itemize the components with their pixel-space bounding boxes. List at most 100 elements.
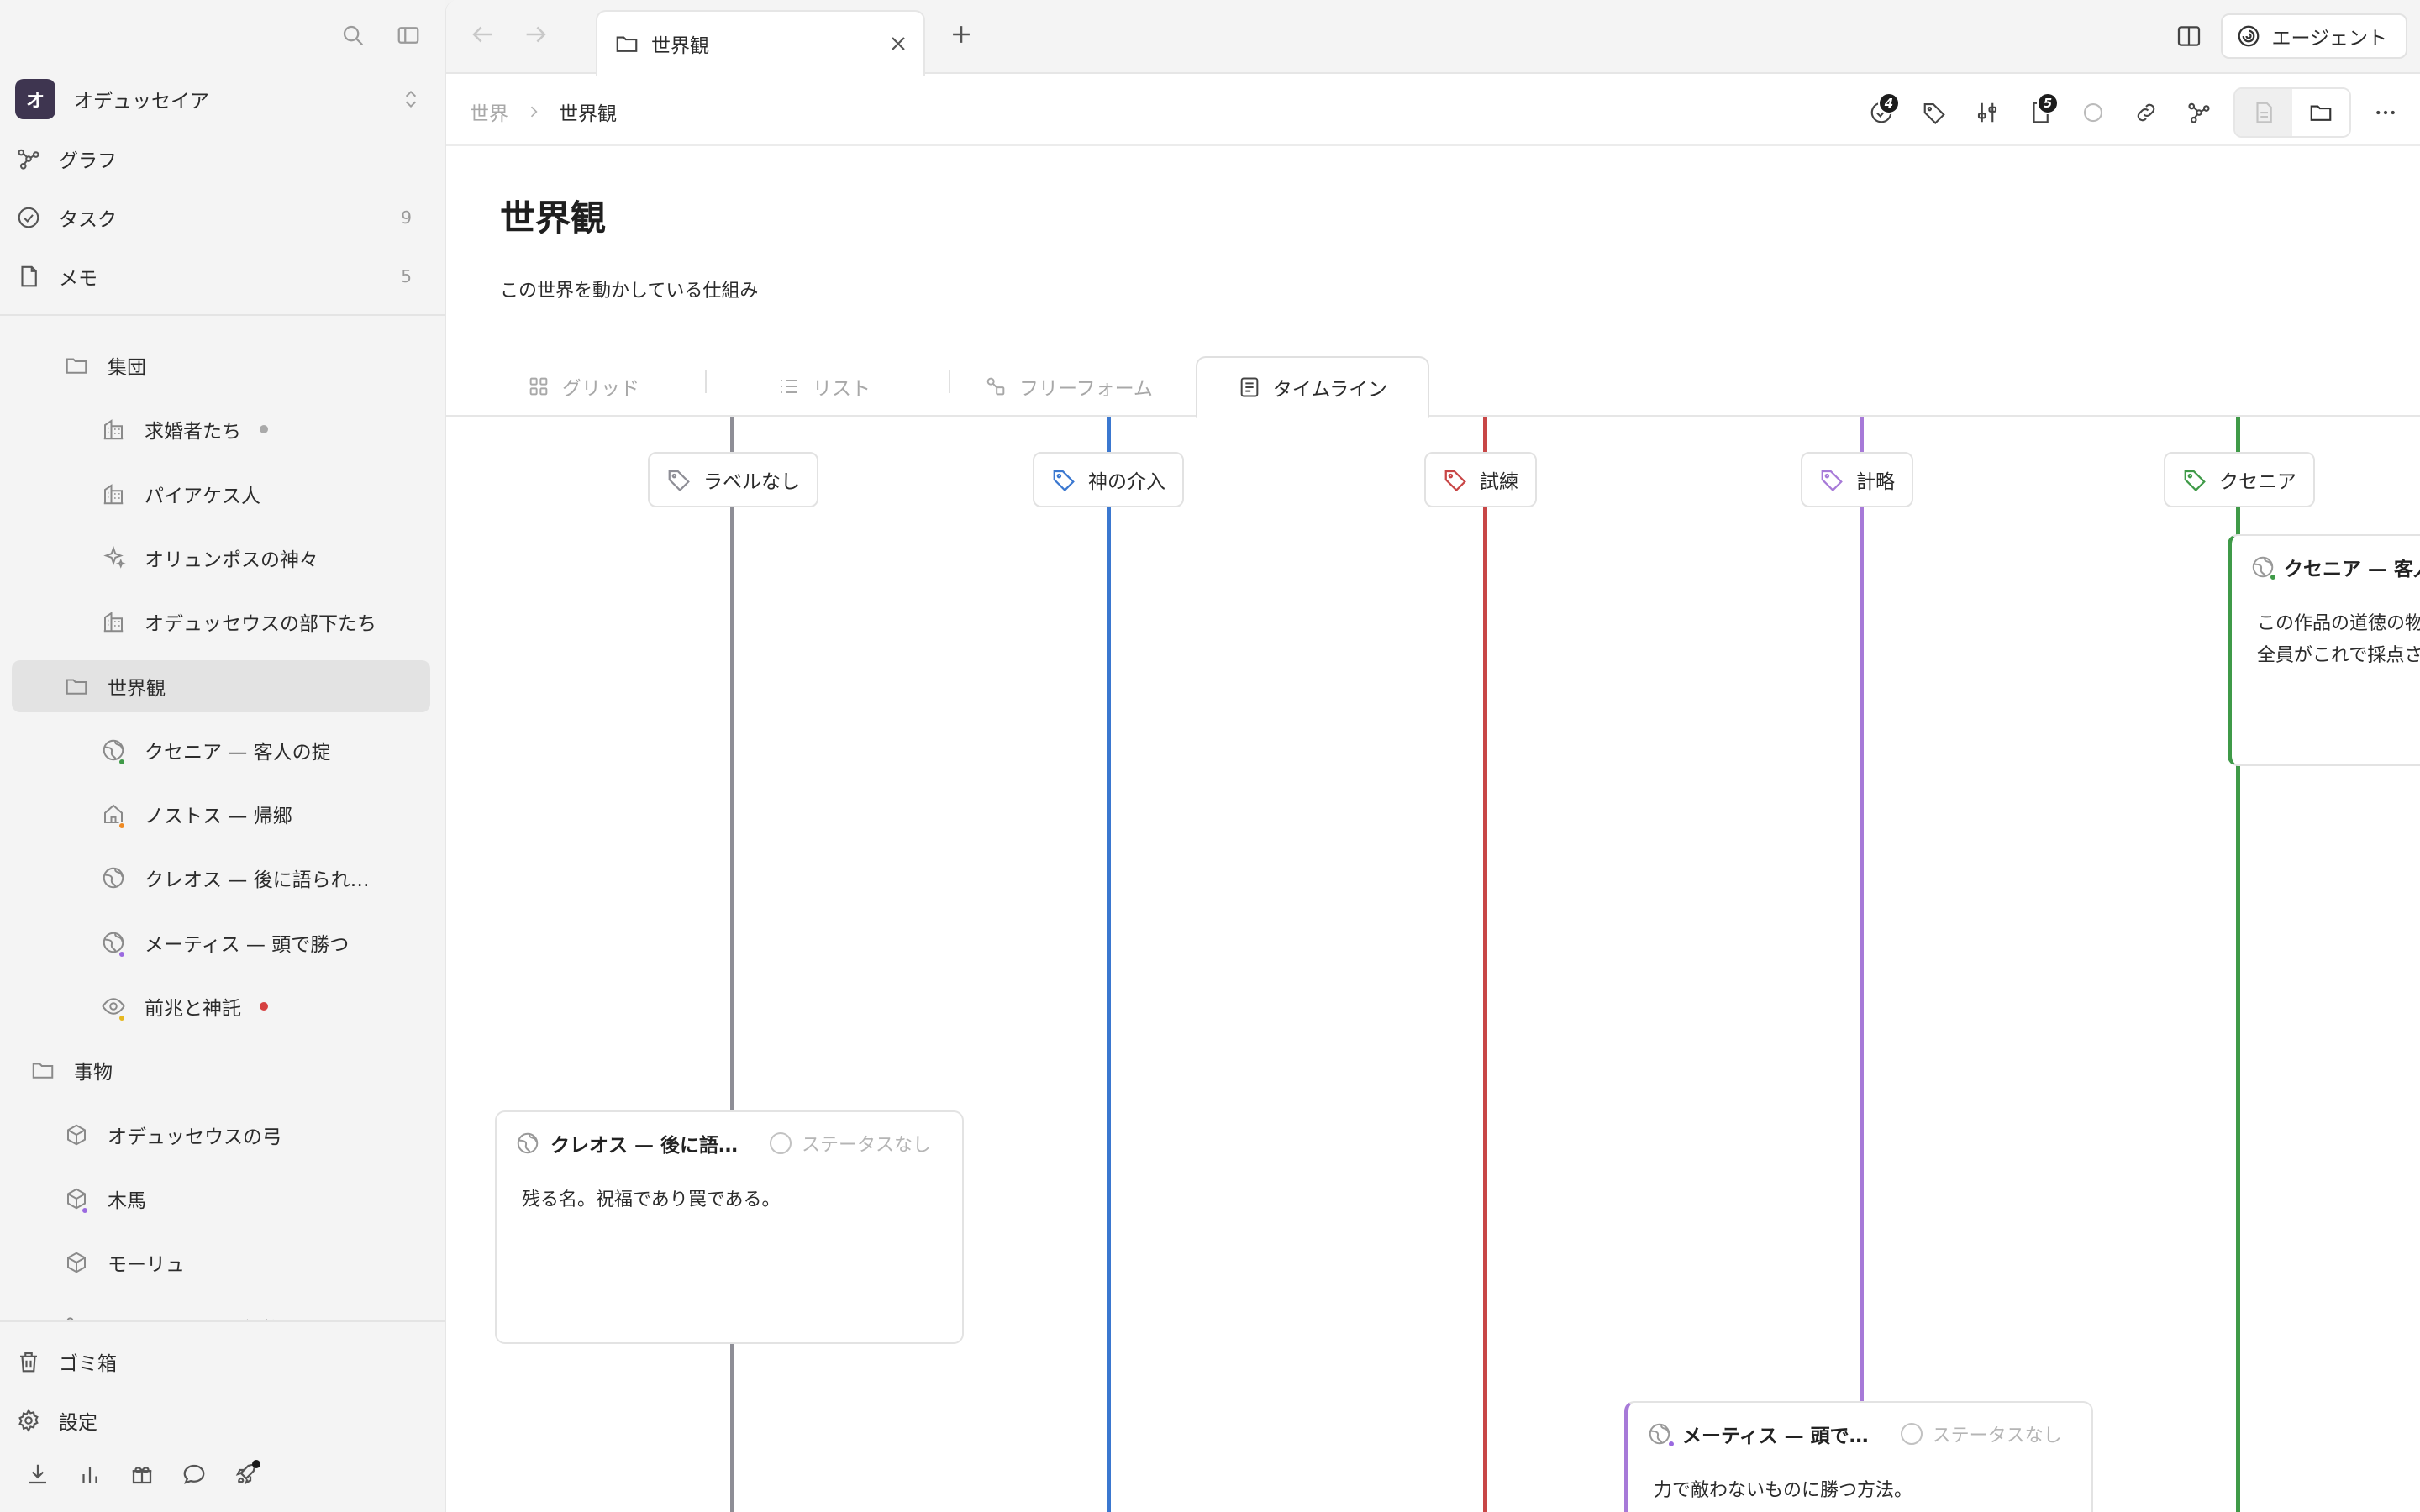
more-icon[interactable] <box>2367 89 2404 136</box>
tree-item-label: 求婚者たち <box>145 421 241 443</box>
timeline-lane-line <box>730 417 734 1512</box>
sparkle-icon <box>97 545 129 570</box>
tree-item[interactable]: メーティス — 頭で勝つ <box>97 916 349 969</box>
status-circle-icon <box>770 1132 792 1154</box>
page-description[interactable]: この世界を動かしている仕組み <box>500 276 758 302</box>
tree-item[interactable]: 事物 <box>27 1044 113 1096</box>
split-view-icon[interactable] <box>2175 23 2202 50</box>
tree-item[interactable]: オデュッセウスの弓 <box>60 1109 281 1161</box>
tree-item[interactable]: ペネロペイアの経帷子 <box>60 1301 301 1320</box>
graph-icon[interactable] <box>2181 89 2217 136</box>
grid-icon <box>527 375 550 398</box>
tree-item[interactable]: モーリュ <box>60 1236 185 1289</box>
forward-arrow-icon[interactable] <box>522 20 550 49</box>
timeline-card[interactable]: メーティス — 頭で… ステータスなし 力で敵わないものに勝つ方法。 <box>1624 1401 2093 1512</box>
tree-item[interactable]: パイアケス人 <box>97 468 260 520</box>
chat-bubble-icon[interactable] <box>178 1458 210 1490</box>
tab-label: 世界観 <box>651 35 709 57</box>
card-body: 残る名。祝福であり罠である。 <box>522 1184 781 1216</box>
gear-icon <box>12 1408 45 1433</box>
page-icon[interactable]: 5 <box>2022 89 2059 136</box>
graph-icon <box>12 146 45 171</box>
nav-notes[interactable]: メモ 5 <box>12 252 430 301</box>
tree-item[interactable]: ノストス — 帰郷 <box>97 788 292 840</box>
agent-spiral-icon <box>2236 24 2261 49</box>
tree-item[interactable]: クレオス — 後に語られ… <box>97 852 370 904</box>
bar-chart-icon[interactable] <box>74 1458 106 1490</box>
tag-icon[interactable] <box>1916 89 1953 136</box>
tree-item[interactable]: オリュンポスの神々 <box>97 532 318 584</box>
timeline-lane-label[interactable]: ラベルなし <box>648 452 818 507</box>
timeline-lane-label[interactable]: 計略 <box>1801 452 1913 507</box>
tab-grid-label: グリッド <box>562 378 639 400</box>
tree-item[interactable]: クセニア — 客人の掟 <box>97 724 331 776</box>
document-icon[interactable] <box>2235 89 2292 136</box>
tree-item[interactable]: 求婚者たち <box>97 403 268 455</box>
rocket-icon[interactable] <box>230 1458 262 1490</box>
download-icon[interactable] <box>22 1458 54 1490</box>
status-circle-icon[interactable] <box>2075 89 2112 136</box>
sidebar-toggle-icon[interactable] <box>392 18 425 52</box>
nav-trash[interactable]: ゴミ箱 <box>12 1337 430 1386</box>
card-status[interactable]: ステータスなし <box>770 1130 931 1157</box>
nav-graph[interactable]: グラフ <box>12 134 430 183</box>
agent-button[interactable]: エージェント <box>2221 13 2407 59</box>
tag-icon <box>666 467 692 492</box>
tree-item[interactable]: 世界観 <box>12 660 430 712</box>
tree-item-label: クレオス — 後に語られ… <box>145 869 370 891</box>
timeline-board: ラベルなし 神の介入 試練 計略 クセニアクセニア — 客人の掟ステータスなしこの作品の… <box>446 417 2420 1512</box>
tree-item-label: オデュッセウスの弓 <box>108 1126 281 1148</box>
nav-tasks[interactable]: タスク 9 <box>12 193 430 242</box>
card-body: この作品の道徳の物差し。全員がこれで採点される。 <box>2257 608 2420 672</box>
breadcrumb-parent[interactable]: 世界 <box>470 97 508 126</box>
timeline-lane-line <box>1483 417 1487 1512</box>
card-status-label: ステータスなし <box>802 1135 932 1156</box>
plus-icon[interactable] <box>947 20 976 49</box>
timeline-lane-label[interactable]: 神の介入 <box>1033 452 1184 507</box>
status-dot <box>1667 1440 1676 1448</box>
link-icon[interactable] <box>2128 89 2165 136</box>
tag-icon <box>1819 467 1844 492</box>
tree-item[interactable]: 木馬 <box>60 1173 146 1225</box>
timeline-card[interactable]: クセニア — 客人の掟ステータスなしこの作品の道徳の物差し。全員がこれで採点され… <box>2228 534 2420 766</box>
lane-label-text: 計略 <box>1856 471 1895 493</box>
tree-item-label: オデュッセウスの部下たち <box>145 613 376 635</box>
tab-world-view[interactable]: 世界観 <box>596 10 925 76</box>
tree-item[interactable]: オデュッセウスの部下たち <box>97 596 376 648</box>
close-icon[interactable] <box>886 32 910 55</box>
nav-notes-label: メモ <box>59 268 97 290</box>
toolbar-icons: 4 5 <box>1863 87 2404 138</box>
gift-icon[interactable] <box>126 1458 158 1490</box>
tab-grid[interactable]: グリッド <box>527 356 639 417</box>
page-title[interactable]: 世界観 <box>500 190 606 241</box>
tab-bar: 世界観 エージェント <box>446 0 2420 76</box>
workspace-name: オデュッセイア <box>74 91 209 113</box>
home-icon <box>97 801 129 830</box>
timeline-card[interactable]: クレオス — 後に語… ステータスなし残る名。祝福であり罠である。 <box>495 1110 964 1344</box>
sliders-icon[interactable] <box>1969 89 2006 136</box>
folder-icon <box>60 674 92 699</box>
nav-trash-label: ゴミ箱 <box>59 1353 117 1375</box>
tree-item-label: モーリュ <box>108 1254 185 1276</box>
sidebar-divider <box>0 314 445 316</box>
search-icon[interactable] <box>336 18 370 52</box>
card-status[interactable]: ステータスなし <box>1900 1420 2062 1447</box>
back-arrow-icon[interactable] <box>468 20 497 49</box>
tree-item[interactable]: 前兆と神託 <box>97 980 268 1032</box>
status-dot <box>118 950 126 958</box>
tab-timeline[interactable]: タイムライン <box>1196 356 1429 418</box>
nav-settings[interactable]: 設定 <box>12 1396 430 1445</box>
timeline-lane-label[interactable]: 試練 <box>1424 452 1537 507</box>
nav-tasks-label: タスク <box>59 209 117 231</box>
card-header: クレオス — 後に語… ステータスなし <box>515 1127 962 1159</box>
task-check-icon[interactable]: 4 <box>1863 89 1900 136</box>
tab-freeform[interactable]: フリーフォーム <box>984 356 1153 417</box>
timeline-lane-label[interactable]: クセニア <box>2164 452 2315 507</box>
workspace-switcher[interactable]: オ オデュッセイア <box>15 79 422 119</box>
workspace-avatar: オ <box>15 79 55 119</box>
timeline-lane-line <box>1107 417 1111 1512</box>
tree-item[interactable]: 集団 <box>60 339 146 391</box>
tab-list[interactable]: リスト <box>777 356 871 417</box>
folder-icon <box>60 353 92 378</box>
folder-icon[interactable] <box>2292 89 2349 136</box>
